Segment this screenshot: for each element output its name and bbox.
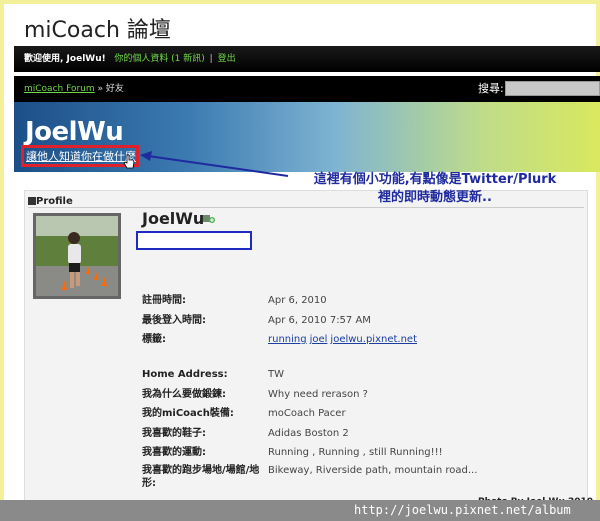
footer-url: http://joelwu.pixnet.net/album (354, 503, 571, 517)
field-label: 註冊時間: (142, 295, 186, 306)
field-label: Home Address: (142, 369, 228, 380)
field-value: Running , Running , still Running!!! (268, 447, 443, 458)
profile-name: JoelWu (142, 209, 205, 228)
field-label: 我喜歡的鞋子: (142, 428, 206, 439)
field-value: Adidas Boston 2 (268, 428, 349, 439)
add-friend-icon[interactable] (203, 214, 215, 224)
field-label: 最後登入時間: (142, 315, 206, 326)
field-label: 我喜歡的跑步場地/場館/地形: (142, 465, 260, 489)
field-value: TW (268, 369, 284, 380)
tag-link[interactable]: joel (310, 334, 328, 345)
field-label: 我的miCoach裝備: (142, 408, 234, 419)
field-value: Bikeway, Riverside path, mountain road..… (268, 465, 478, 476)
tag-link[interactable]: running (268, 334, 307, 345)
field-value: Why need rerason ? (268, 389, 368, 400)
tag-list: running joel joelwu.pixnet.net (268, 333, 420, 346)
tag-link[interactable]: joelwu.pixnet.net (330, 334, 417, 345)
avatar (33, 213, 121, 299)
field-label: 我喜歡的運動: (142, 447, 206, 458)
field-value: Apr 6, 2010 (268, 295, 327, 306)
field-label: 標籤: (142, 334, 166, 345)
field-label: 我為什么要做鍛鍊: (142, 389, 226, 400)
status-field[interactable] (136, 231, 252, 250)
field-value: Apr 6, 2010 7:57 AM (268, 315, 371, 326)
field-value: moCoach Pacer (268, 408, 346, 419)
runner-photo (36, 216, 118, 296)
